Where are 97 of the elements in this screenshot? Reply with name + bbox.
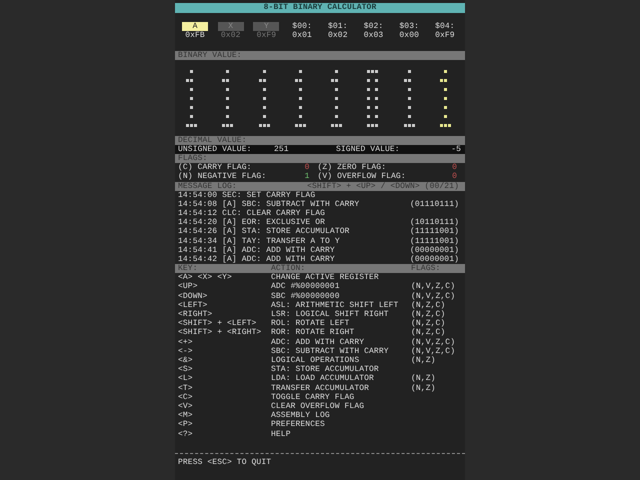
key-binding: <M>: [178, 411, 194, 420]
log-entry: 14:54:34 [A] TAY: TRANSFER A TO Y: [178, 236, 340, 246]
register-value: 0xF9: [256, 31, 276, 41]
log-result: (10110111): [410, 218, 459, 228]
key-action: LOGICAL OPERATIONS: [271, 356, 360, 366]
log-result: (01110111): [410, 200, 459, 210]
log-entry: 14:54:08 [A] SBC: SUBTRACT WITH CARRY: [178, 200, 360, 210]
affected-flags: (N,Z): [411, 384, 437, 393]
section-header: MESSAGE LOG:: [178, 182, 237, 191]
key-action: SBC: SUBTRACT WITH CARRY: [271, 346, 390, 356]
key-action: TRANSFER ACCUMULATOR: [271, 384, 370, 393]
affected-flags: (N,V,Z,C): [411, 282, 456, 292]
memory-value: 0x03: [364, 31, 384, 41]
key-binding: <DOWN>: [178, 292, 208, 301]
log-result: (00000001): [410, 255, 459, 264]
unsigned-label: UNSIGNED VALUE:: [178, 145, 253, 154]
key-binding: <UP>: [178, 282, 199, 292]
affected-flags: (N,Z): [411, 356, 437, 366]
flag-value: 1: [304, 172, 310, 182]
log-entry: 14:54:42 [A] ADC: ADD WITH CARRY: [178, 255, 335, 264]
key-action: CLEAR OVERFLOW FLAG: [271, 402, 366, 412]
key-action: ROR: ROTATE RIGHT: [271, 328, 356, 338]
key-action: CHANGE ACTIVE REGISTER: [271, 273, 380, 282]
key-binding: <S>: [178, 365, 194, 374]
flag-value: 0: [452, 172, 457, 182]
key-binding: <T>: [178, 384, 194, 393]
memory-address: $00:: [292, 22, 312, 31]
log-entry: 14:54:12 CLC: CLEAR CARRY FLAG: [178, 209, 326, 218]
key-action: TOGGLE CARRY FLAG: [271, 392, 356, 402]
signed-value: -5: [451, 145, 461, 154]
memory-value: 0x01: [292, 31, 312, 41]
affected-flags: (N,Z,C): [411, 328, 446, 338]
key-binding: <LEFT>: [178, 300, 208, 310]
key-action: ADC: ADD WITH CARRY: [271, 338, 366, 347]
quit-hint: PRESS <ESC> TO QUIT: [178, 458, 272, 468]
key-binding: <+>: [178, 338, 194, 347]
register-value: 0x02: [220, 31, 240, 41]
key-action: STA: STORE ACCUMULATOR: [271, 365, 380, 374]
key-binding: <->: [178, 346, 194, 356]
flag-label: (V) OVERFLOW FLAG:: [318, 172, 406, 182]
memory-value: 0x02: [328, 31, 348, 41]
register-value: 0xFB: [185, 31, 205, 41]
key-action: ASL: ARITHMETIC SHIFT LEFT: [271, 300, 400, 310]
key-binding: <SHIFT> + <RIGHT>: [178, 328, 262, 338]
key-binding: <RIGHT>: [178, 310, 214, 320]
flag-value: 0: [304, 163, 310, 172]
key-action: LDA: LOAD ACCUMULATOR: [271, 374, 375, 384]
key-binding: <?>: [178, 430, 194, 439]
key-action: ROL: ROTATE LEFT: [271, 319, 350, 328]
column-header: KEY:: [178, 264, 199, 274]
memory-address: $03:: [399, 22, 420, 31]
log-result: (00000001): [410, 246, 459, 255]
flag-label: (C) CARRY FLAG:: [178, 163, 252, 172]
unsigned-value: 251: [274, 145, 290, 154]
memory-value: 0xF9: [435, 31, 455, 41]
key-binding: <L>: [178, 374, 194, 384]
memory-address: $02:: [364, 22, 384, 31]
column-header: ACTION:: [271, 264, 306, 274]
affected-flags: (N,Z): [411, 374, 437, 384]
signed-label: SIGNED VALUE:: [336, 145, 401, 154]
flag-label: (N) NEGATIVE FLAG:: [178, 172, 266, 182]
log-entry: 14:54:00 SEC: SET CARRY FLAG: [178, 190, 316, 200]
log-entry: 14:54:41 [A] ADC: ADD WITH CARRY: [178, 246, 335, 255]
key-binding: <C>: [178, 392, 194, 402]
affected-flags: (N,Z,C): [411, 319, 446, 328]
affected-flags: (N,Z,C): [411, 300, 446, 310]
log-entry: 14:54:26 [A] STA: STORE ACCUMULATOR: [178, 227, 350, 237]
key-binding: <P>: [178, 420, 194, 430]
column-header: FLAGS:: [411, 264, 442, 274]
memory-address: $04:: [435, 22, 455, 31]
key-action: LSR: LOGICAL SHIFT RIGHT: [271, 310, 390, 320]
key-binding: <SHIFT> + <LEFT>: [178, 319, 258, 328]
flag-label: (Z) ZERO FLAG:: [318, 163, 386, 172]
app-title: 8-BIT BINARY CALCULATOR: [175, 3, 465, 13]
key-binding: <&>: [178, 356, 194, 366]
memory-address: $01:: [328, 22, 348, 31]
affected-flags: (N,V,Z,C): [411, 338, 456, 347]
section-header: BINARY VALUE:: [175, 51, 465, 60]
key-action: ASSEMBLY LOG: [271, 411, 331, 420]
key-action: ADC #%00000001: [271, 282, 341, 292]
affected-flags: (N,V,Z,C): [411, 292, 456, 301]
key-action: SBC #%00000000: [271, 292, 341, 301]
register-button[interactable]: A: [182, 22, 208, 31]
scroll-hint: <SHIFT> + <UP> / <DOWN> (00/21): [307, 182, 459, 191]
key-binding: <A> <X> <Y>: [178, 273, 233, 282]
log-result: (11111001): [410, 236, 459, 246]
flag-value: 0: [452, 163, 457, 172]
section-header: DECIMAL VALUE:: [175, 136, 465, 145]
log-entry: 14:54:20 [A] EOR: EXCLUSIVE OR: [178, 218, 326, 228]
affected-flags: (N,Z,C): [411, 310, 446, 320]
section-header: FLAGS:: [175, 154, 465, 164]
key-action: HELP: [271, 430, 292, 439]
key-action: PREFERENCES: [271, 420, 326, 430]
memory-value: 0x00: [399, 31, 420, 41]
log-result: (11111001): [410, 227, 459, 237]
key-binding: <V>: [178, 402, 194, 412]
affected-flags: (N,V,Z,C): [411, 346, 456, 356]
